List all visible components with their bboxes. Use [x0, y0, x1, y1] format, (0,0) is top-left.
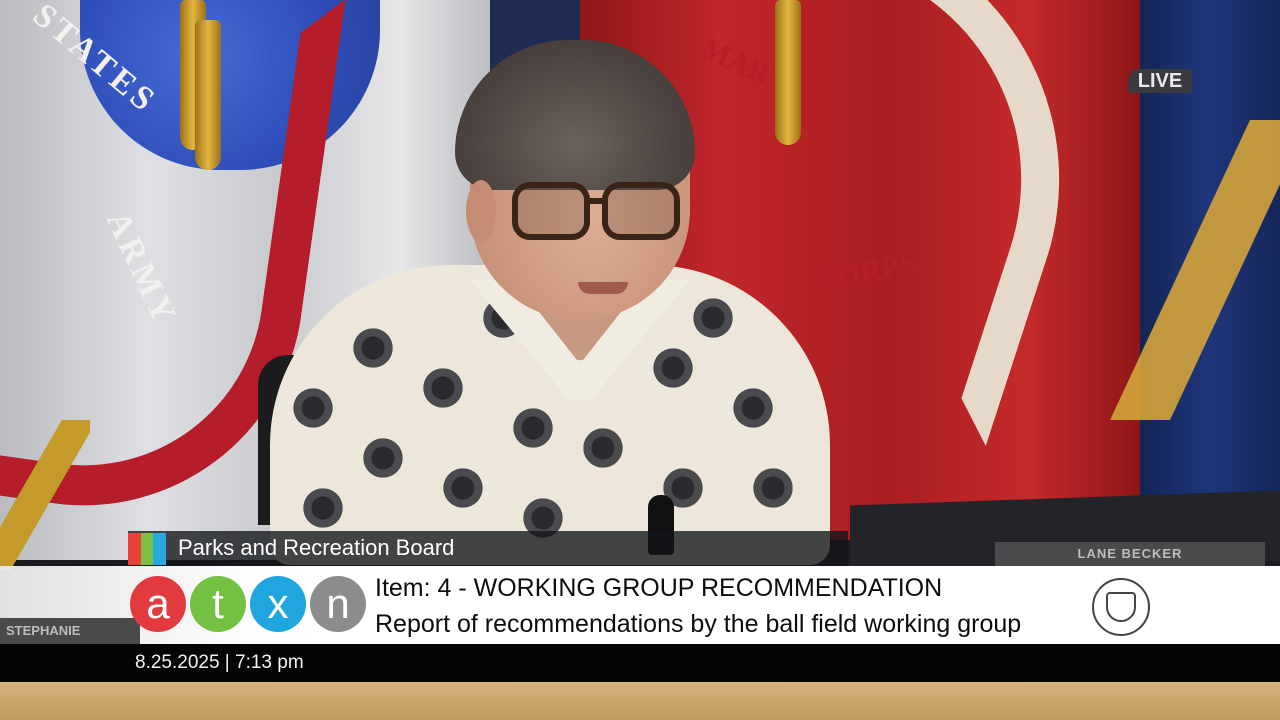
- glasses-left-lens: [512, 182, 590, 240]
- atxn-logo: a t x n: [130, 576, 366, 632]
- live-badge: LIVE: [1128, 69, 1192, 93]
- name-plate: LANE BECKER: [995, 542, 1265, 566]
- color-blocks: [128, 533, 167, 565]
- city-seal-icon: [1092, 578, 1150, 636]
- color-block-red: [128, 533, 141, 565]
- timestamp: 8.25.2025 | 7:13 pm: [135, 652, 304, 673]
- name-plate-left: STEPHANIE: [0, 618, 140, 644]
- board-title: Parks and Recreation Board: [178, 535, 455, 560]
- color-block-green: [140, 533, 154, 565]
- color-block-blue: [153, 533, 167, 565]
- video-frame: STATES ARMY MAR CORPS LIVE LANE BECKER P…: [0, 0, 1280, 720]
- seal-shield-icon: [1106, 592, 1136, 622]
- logo-letter-a: a: [130, 576, 186, 632]
- logo-letter-n: n: [310, 576, 366, 632]
- flag-tassel-2: [195, 20, 221, 170]
- desk: [0, 682, 1280, 720]
- agenda-item-title: Item: 4 - WORKING GROUP RECOMMENDATION: [375, 574, 943, 602]
- agenda-item-description: Report of recommendations by the ball fi…: [375, 610, 1022, 638]
- flag-tassel-3: [775, 0, 801, 145]
- glasses-right-lens: [602, 182, 680, 240]
- logo-letter-t: t: [190, 576, 246, 632]
- flag-fringe: [0, 420, 90, 570]
- ear: [466, 180, 496, 242]
- logo-letter-x: x: [250, 576, 306, 632]
- mouth: [578, 282, 628, 294]
- glasses-bridge: [584, 198, 606, 204]
